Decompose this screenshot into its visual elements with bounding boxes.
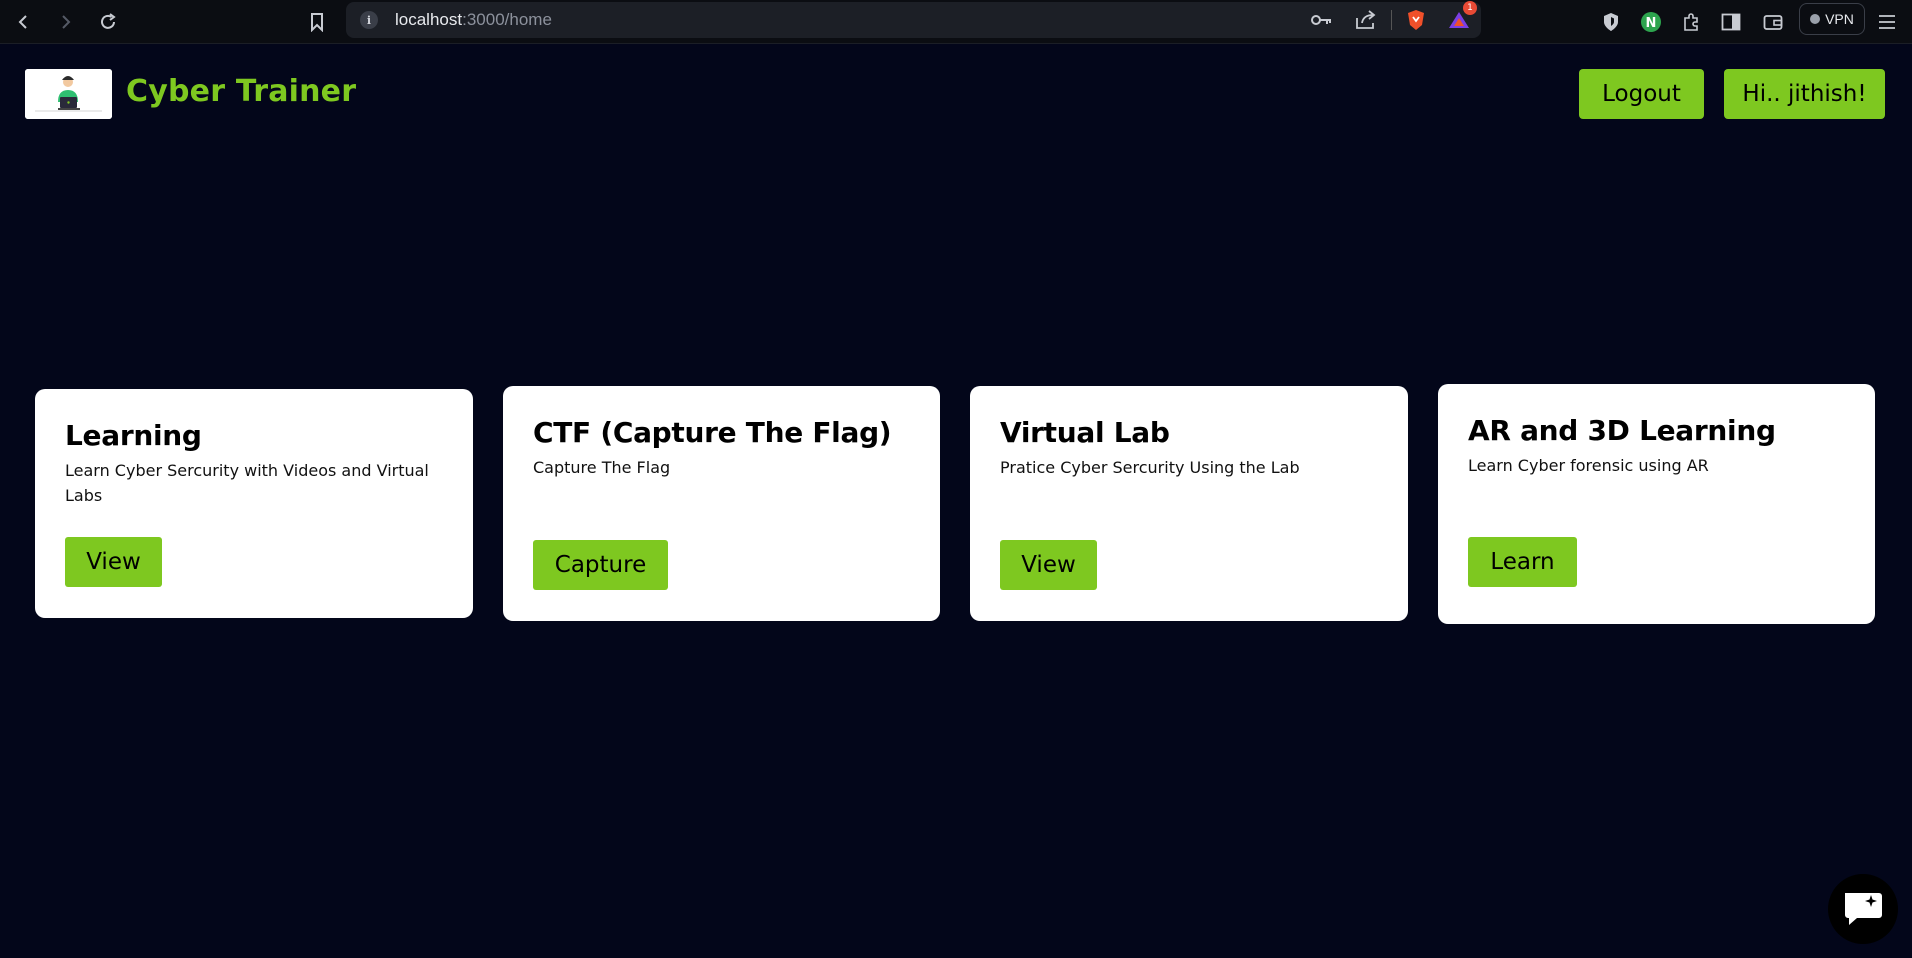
url-text[interactable]: localhost:3000/home [395, 10, 552, 30]
logo[interactable] [25, 69, 112, 119]
logo-image [25, 69, 112, 119]
sidebar-icon[interactable] [1716, 7, 1746, 37]
vpn-label: VPN [1825, 11, 1854, 27]
brave-rewards-icon[interactable]: 1 [1444, 1, 1477, 35]
divider [1391, 10, 1392, 30]
menu-icon[interactable] [1872, 7, 1902, 37]
address-bar[interactable]: i localhost:3000/home 1 [346, 1, 1481, 38]
svg-text:N: N [1646, 16, 1657, 31]
brave-shield-icon[interactable] [1401, 5, 1431, 35]
card-virtual-lab: Virtual Lab Pratice Cyber Sercurity Usin… [970, 386, 1408, 621]
card-title: Virtual Lab [1000, 416, 1170, 449]
card-ctf: CTF (Capture The Flag) Capture The Flag … [503, 386, 940, 621]
card-title: CTF (Capture The Flag) [533, 416, 892, 449]
greeting-button[interactable]: Hi.. jithish! [1724, 69, 1885, 119]
forward-icon[interactable] [49, 6, 81, 38]
n-extension-icon[interactable]: N [1636, 7, 1666, 37]
capture-button[interactable]: Capture [533, 540, 668, 590]
card-description: Learn Cyber Sercurity with Videos and Vi… [65, 461, 429, 505]
card-learning: Learning Learn Cyber Sercurity with Vide… [35, 389, 473, 618]
info-icon[interactable]: i [360, 11, 378, 29]
card-title: Learning [65, 419, 202, 452]
chat-icon [1845, 893, 1882, 925]
notification-badge: 1 [1463, 1, 1477, 15]
wallet-icon[interactable] [1758, 7, 1788, 37]
card-title: AR and 3D Learning [1468, 414, 1776, 447]
card-description: Learn Cyber forensic using AR [1468, 456, 1709, 475]
vpn-status-icon [1810, 14, 1821, 24]
url-path: :3000/home [462, 10, 552, 29]
brand-name[interactable]: Cyber Trainer [126, 74, 356, 109]
logout-button[interactable]: Logout [1579, 69, 1704, 119]
back-icon[interactable] [8, 6, 40, 38]
vpn-button[interactable]: VPN [1799, 3, 1865, 35]
view-button[interactable]: View [1000, 540, 1097, 590]
learn-button[interactable]: Learn [1468, 537, 1577, 587]
share-icon[interactable] [1351, 5, 1381, 35]
shield-extension-icon[interactable] [1596, 7, 1626, 37]
view-button[interactable]: View [65, 537, 162, 587]
card-description: Capture The Flag [533, 458, 671, 477]
url-host: localhost [395, 10, 463, 29]
browser-toolbar: i localhost:3000/home 1 N VPN [0, 0, 1912, 44]
bookmark-icon[interactable] [301, 6, 333, 38]
card-description: Pratice Cyber Sercurity Using the Lab [1000, 458, 1300, 477]
key-icon[interactable] [1307, 5, 1337, 35]
chat-widget-button[interactable] [1828, 874, 1898, 944]
card-ar-3d-learning: AR and 3D Learning Learn Cyber forensic … [1438, 384, 1875, 624]
extensions-icon[interactable] [1676, 7, 1706, 37]
reload-icon[interactable] [92, 6, 124, 38]
